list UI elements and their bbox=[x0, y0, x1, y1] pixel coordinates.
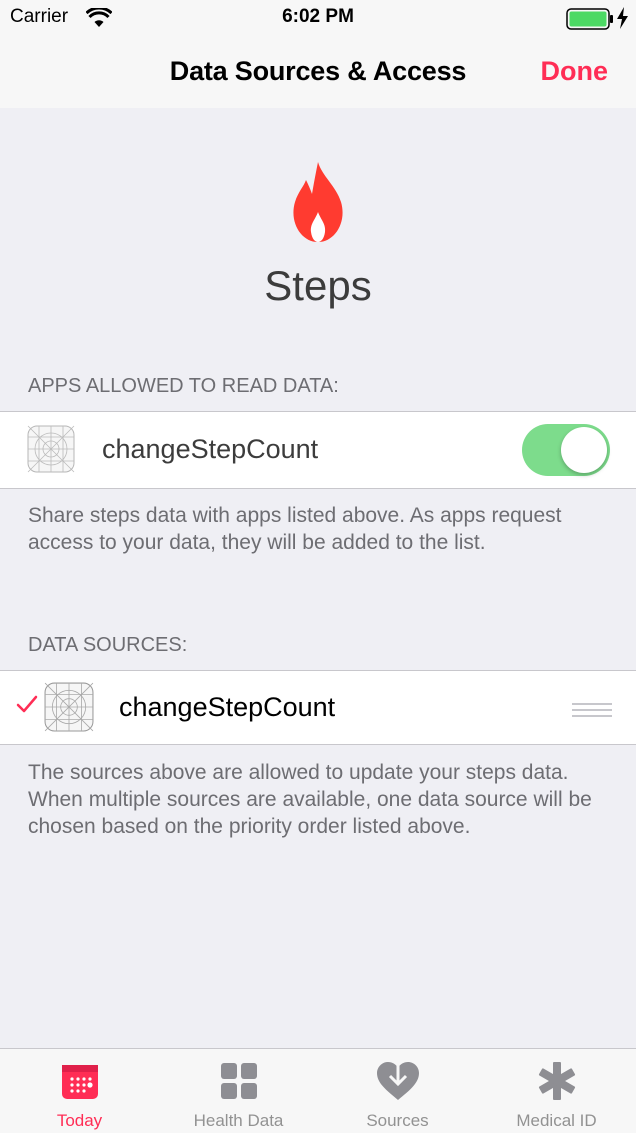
tab-health-data[interactable]: Health Data bbox=[159, 1049, 318, 1133]
toggle-knob bbox=[561, 427, 607, 473]
read-access-toggle[interactable] bbox=[522, 424, 610, 476]
tab-label: Medical ID bbox=[516, 1111, 597, 1130]
grid-icon bbox=[220, 1063, 257, 1099]
read-app-row: changeStepCount bbox=[0, 411, 636, 489]
tab-today[interactable]: Today bbox=[0, 1049, 159, 1133]
heart-download-icon bbox=[376, 1061, 419, 1100]
read-app-name: changeStepCount bbox=[102, 434, 319, 464]
tab-medical-id[interactable]: Medical ID bbox=[477, 1049, 636, 1133]
calendar-icon bbox=[61, 1065, 98, 1099]
status-bar: Carrier 6:02 PM bbox=[0, 0, 636, 36]
read-section-footer: Share steps data with apps listed above.… bbox=[28, 504, 562, 554]
navigation-bar: Data Sources & Access Done bbox=[0, 36, 636, 108]
app-placeholder-icon bbox=[44, 682, 94, 732]
tab-label: Today bbox=[56, 1111, 103, 1130]
source-row[interactable]: changeStepCount bbox=[0, 670, 636, 745]
reorder-handle-icon[interactable] bbox=[572, 703, 612, 721]
data-type-title: Steps bbox=[264, 262, 372, 309]
charging-bolt-icon bbox=[617, 7, 628, 29]
battery-icon bbox=[566, 8, 613, 30]
source-app-name: changeStepCount bbox=[119, 692, 336, 722]
done-button[interactable]: Done bbox=[541, 56, 609, 87]
tab-sources[interactable]: Sources bbox=[318, 1049, 477, 1133]
sources-section-header: DATA SOURCES: bbox=[28, 634, 188, 656]
asterisk-icon bbox=[538, 1062, 575, 1100]
tab-label: Health Data bbox=[193, 1111, 284, 1130]
clock: 6:02 PM bbox=[282, 6, 354, 27]
tab-label: Sources bbox=[366, 1111, 429, 1130]
checkmark-icon bbox=[16, 695, 38, 713]
app-placeholder-icon bbox=[27, 425, 75, 473]
sources-section-footer: The sources above are allowed to update … bbox=[28, 761, 592, 838]
flame-icon bbox=[293, 162, 343, 242]
tab-bar: Today Health Data Sources Medical ID bbox=[0, 1048, 636, 1133]
read-section-header: APPS ALLOWED TO READ DATA: bbox=[28, 375, 339, 397]
